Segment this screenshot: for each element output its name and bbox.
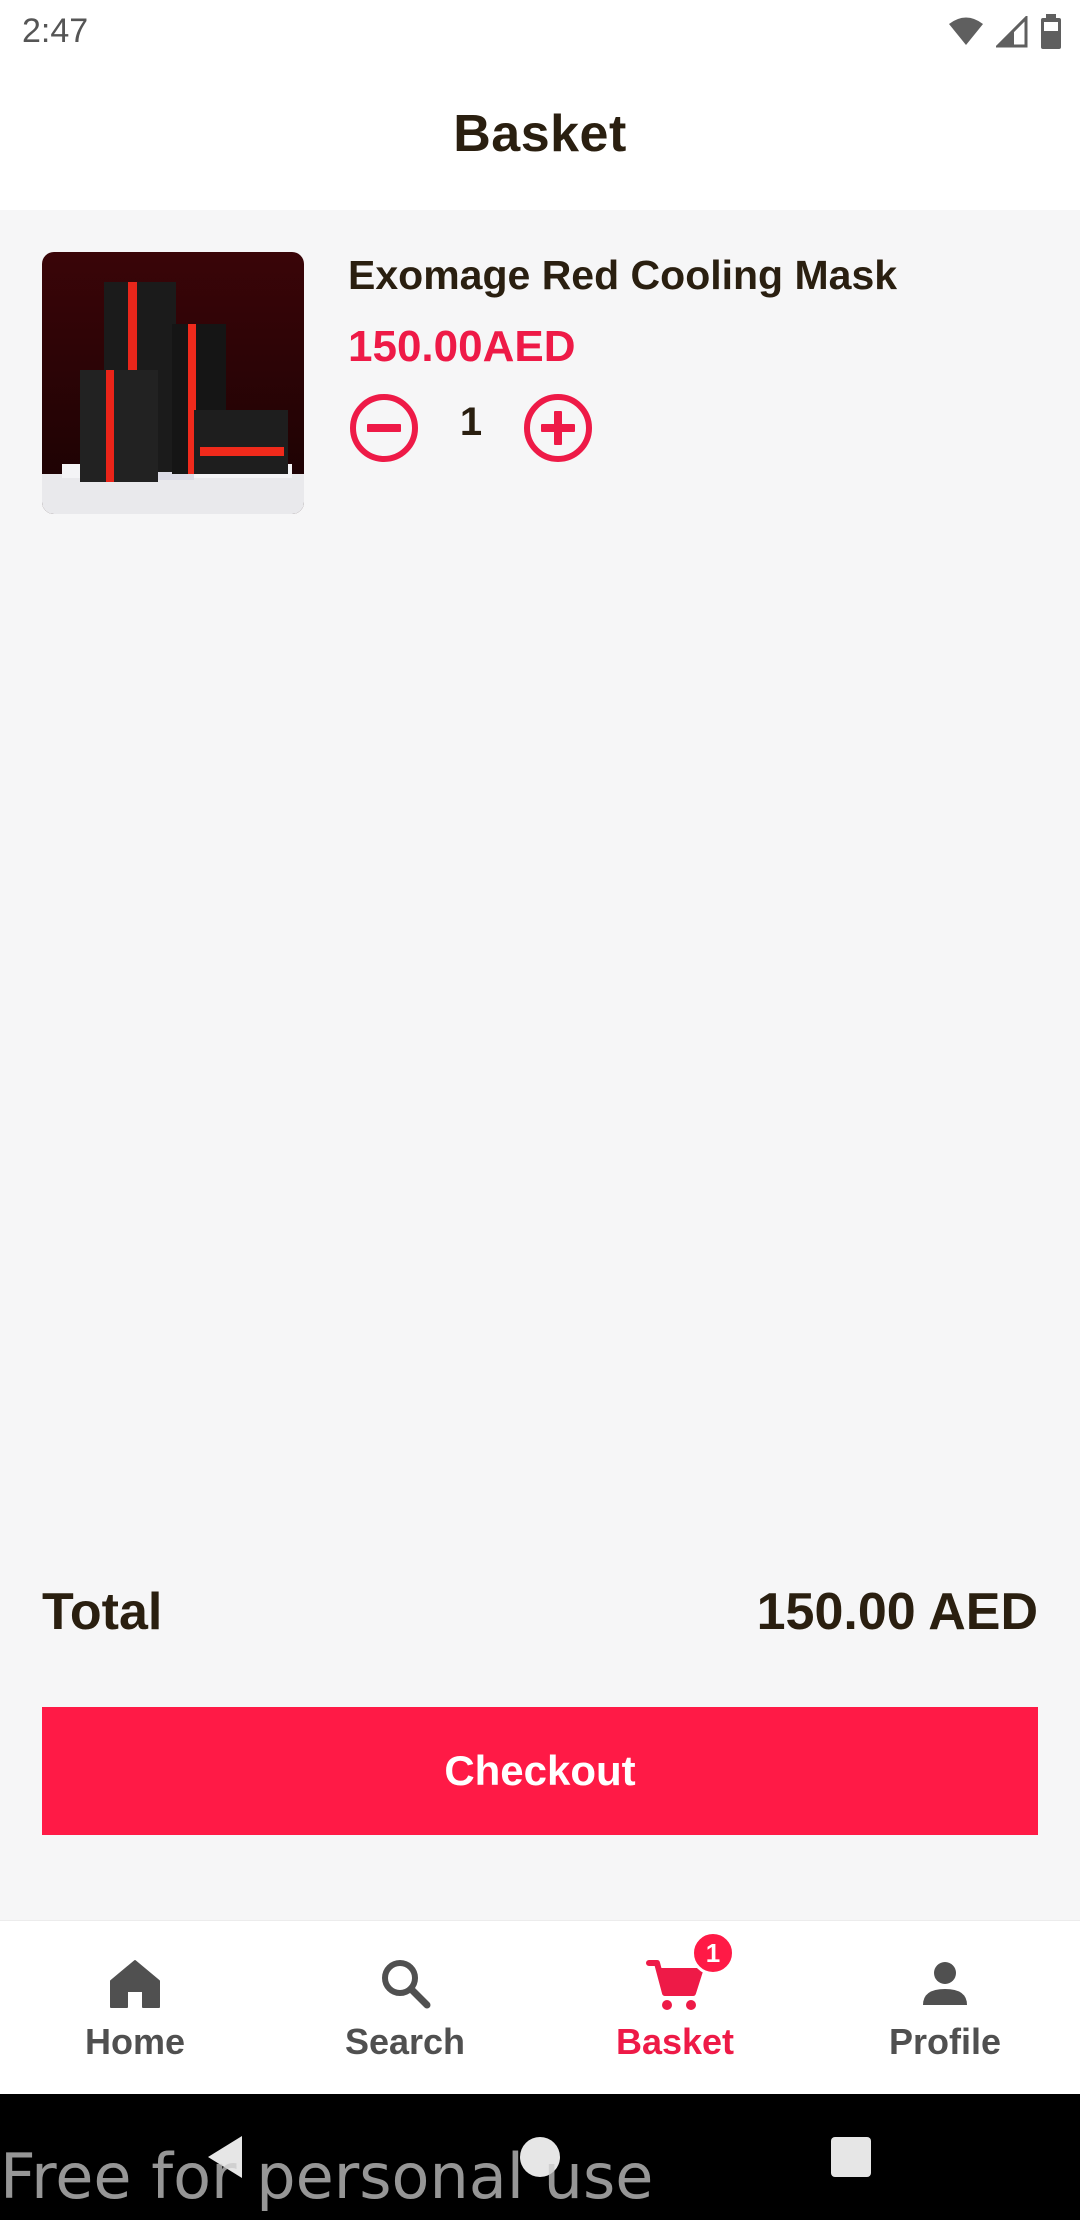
- nav-label-basket: Basket: [615, 2021, 735, 2062]
- nav-label-search: Search: [344, 2021, 466, 2062]
- product-boxes-image: [42, 252, 304, 514]
- bottom-nav: Home Search 1 Basket Profile: [0, 1920, 1080, 2094]
- nav-item-profile[interactable]: Profile: [810, 1921, 1080, 2095]
- watermark: Free for personal use: [0, 2140, 654, 2213]
- quantity-value: 1: [459, 400, 483, 444]
- person-icon: [923, 1962, 967, 2005]
- status-time: 2:47: [22, 12, 89, 50]
- checkout-label: Checkout: [444, 1747, 636, 1794]
- decrease-quantity-button[interactable]: [348, 392, 420, 464]
- app-header: Basket: [0, 64, 1080, 210]
- cart-count-badge: 1: [691, 1931, 735, 1975]
- search-icon: [382, 1960, 431, 2009]
- total-label: Total: [42, 1583, 163, 1641]
- nav-item-search[interactable]: Search: [270, 1921, 540, 2095]
- recents-icon[interactable]: [826, 2132, 876, 2182]
- page-title: Basket: [453, 105, 627, 163]
- item-name[interactable]: Exomage Red Cooling Mask: [348, 252, 897, 299]
- nav-item-basket[interactable]: 1 Basket: [540, 1921, 810, 2095]
- nav-label-profile: Profile: [888, 2021, 1002, 2062]
- nav-label-home: Home: [84, 2021, 186, 2062]
- status-bar: 2:47: [0, 0, 1080, 64]
- plus-circle-icon: [524, 394, 592, 462]
- nav-item-home[interactable]: Home: [0, 1921, 270, 2095]
- checkout-button[interactable]: Checkout: [42, 1707, 1038, 1835]
- product-image[interactable]: [42, 252, 304, 514]
- battery-icon: [1041, 14, 1061, 49]
- total-value: 150.00 AED: [756, 1583, 1038, 1641]
- cart-item: Exomage Red Cooling Mask 150.00AED 1: [42, 252, 1042, 514]
- wifi-icon: [949, 17, 983, 45]
- cell-signal-icon: [996, 16, 1028, 48]
- home-icon: [110, 1960, 160, 2008]
- increase-quantity-button[interactable]: [522, 392, 594, 464]
- status-icons: [948, 14, 1062, 50]
- item-price: 150.00AED: [348, 322, 576, 371]
- minus-circle-icon: [350, 394, 418, 462]
